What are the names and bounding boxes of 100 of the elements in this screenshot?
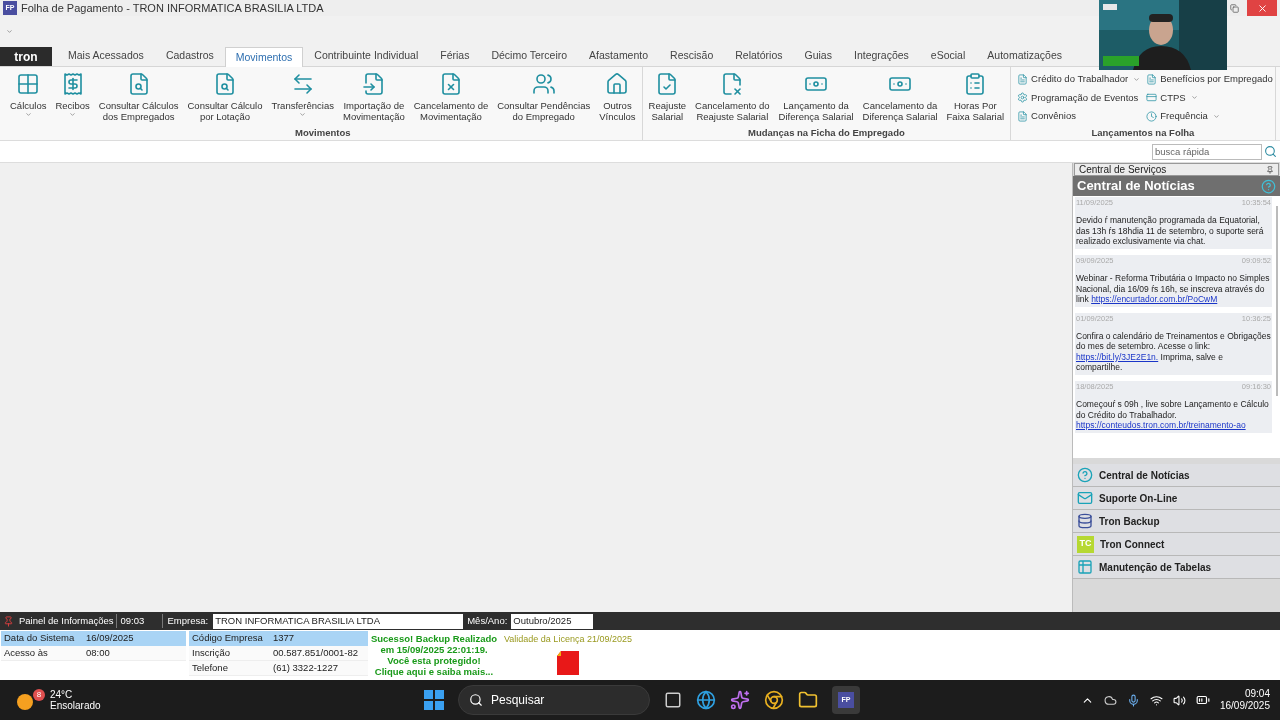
pin-icon[interactable] xyxy=(3,615,14,627)
clock-time[interactable]: 09:04 xyxy=(1244,688,1270,700)
ribbon-tab[interactable]: Décimo Terceiro xyxy=(480,46,579,66)
license-icon xyxy=(556,650,579,675)
news-link[interactable]: https://encurtador.com.br/PoCwM xyxy=(1091,294,1218,304)
weather-icon[interactable] xyxy=(17,694,33,710)
document-x-icon xyxy=(439,72,463,96)
card-icon xyxy=(1146,92,1158,104)
period-label: Mês/Ano: xyxy=(466,613,509,628)
taskbar-search[interactable]: Pesquisar xyxy=(458,685,650,715)
ribbon-button[interactable]: Benefícios por Empregado xyxy=(1146,70,1273,88)
caret-icon xyxy=(1212,112,1220,120)
company-label: Empresa: xyxy=(166,613,210,628)
battery-icon[interactable] xyxy=(1195,693,1210,707)
ribbon-button[interactable]: Horas Por Faixa Salarial xyxy=(942,72,1009,126)
news-text: Confira o calendário de Treinamentos e Obrigações do mes de setembro. Acesse o link: https://bit.ly/3JE2E1n. Imprima, salve e compartilhe. xyxy=(1076,330,1271,373)
ribbon-button[interactable]: Importação de Movimentação xyxy=(338,72,409,126)
ribbon-tab[interactable]: eSocial xyxy=(919,46,977,66)
period-field: Outubro/2025 xyxy=(511,613,594,629)
task-view-icon[interactable] xyxy=(664,691,682,709)
ribbon-tab[interactable]: Cadastros xyxy=(154,46,225,66)
ribbon-button[interactable]: Reajuste Salarial xyxy=(644,72,691,126)
ribbon-button[interactable]: Lançamento da Diferença Salarial xyxy=(774,72,858,126)
ribbon-button[interactable]: Programação de Eventos xyxy=(1017,88,1141,107)
info-value: 16/09/2025 xyxy=(86,631,134,646)
ribbon-button[interactable]: Consultar Pendências do Empregado xyxy=(493,72,595,126)
weather-badge: 8 xyxy=(33,689,45,701)
microphone-icon[interactable] xyxy=(1126,693,1140,707)
backup-message[interactable]: Sucesso! Backup Realizado em 15/09/2025 22:01:19. Você esta protegido! Clique aqui e saiba mais... xyxy=(368,630,500,680)
ribbon-group-label: Mudanças na Ficha do Empregado xyxy=(746,126,906,140)
service-item[interactable]: Tron Backup xyxy=(1073,510,1280,533)
ribbon-tab[interactable]: Mais Acessados xyxy=(57,46,155,66)
ribbon-button[interactable]: Cancelamento de Movimentação xyxy=(409,72,493,126)
caret-icon xyxy=(299,111,307,118)
ribbon-button[interactable]: Convênios xyxy=(1017,107,1141,126)
import-icon xyxy=(361,72,386,96)
ribbon-button[interactable]: Cancelamento do Reajuste Salarial xyxy=(691,72,774,126)
service-item[interactable]: Manutenção de Tabelas xyxy=(1073,556,1280,579)
ribbon-button[interactable]: CTPS xyxy=(1146,88,1273,107)
ribbon-tab[interactable]: Férias xyxy=(429,46,481,66)
volume-icon[interactable] xyxy=(1172,693,1186,707)
ribbon-tab[interactable]: Automatizações xyxy=(976,46,1073,66)
caret-icon xyxy=(1133,75,1141,83)
search-icon xyxy=(1263,145,1277,158)
ribbon-button[interactable]: Cálculos xyxy=(6,72,51,126)
info-panel-label: Painel de Informações xyxy=(17,613,117,629)
house-icon xyxy=(605,72,630,96)
news-link[interactable]: https://conteudos.tron.com.br/treinamento-ao xyxy=(1076,420,1246,430)
people-icon xyxy=(531,72,556,96)
panel-title: Central de Notícias xyxy=(1077,177,1195,196)
restore-icon xyxy=(1229,3,1239,13)
ribbon-button[interactable]: Cancelamento da Diferença Salarial xyxy=(858,72,942,126)
document-search-icon xyxy=(213,72,237,96)
company-field: TRON INFORMATICA BRASILIA LTDA xyxy=(213,613,464,629)
mail-icon xyxy=(1077,490,1093,506)
ribbon-tab[interactable]: Relatórios xyxy=(724,46,794,66)
ribbon-button[interactable]: Outros Vínculos xyxy=(595,72,640,126)
database-icon xyxy=(1077,513,1093,529)
ribbon-tab[interactable]: Rescisão xyxy=(659,46,725,66)
info-time: 09:03 xyxy=(116,613,163,629)
service-item[interactable]: Suporte On-Line xyxy=(1073,487,1280,510)
search-button[interactable] xyxy=(1262,143,1278,160)
table-icon xyxy=(1077,559,1093,575)
ribbon-tab[interactable]: Integrações xyxy=(842,46,920,66)
sparkle-icon[interactable] xyxy=(730,690,750,710)
ribbon-button[interactable]: Recibos xyxy=(51,72,94,126)
pin-icon[interactable] xyxy=(1266,165,1274,174)
ribbon-tab[interactable]: Movimentos xyxy=(224,47,304,67)
document-icon xyxy=(1017,73,1029,85)
globe-icon[interactable] xyxy=(696,690,716,710)
ribbon-button[interactable]: Consultar Cálculo por Lotação xyxy=(183,72,267,126)
ribbon-tab[interactable]: Contribuinte Individual xyxy=(303,46,430,66)
ribbon-button[interactable]: Crédito do Trabalhador xyxy=(1017,70,1141,88)
help-icon xyxy=(1077,467,1093,483)
document-icon xyxy=(1146,73,1158,85)
info-value: 08:00 xyxy=(86,645,110,660)
window-title: Folha de Pagamento - TRON INFORMATICA BRASILIA LTDA xyxy=(21,0,324,16)
news-link[interactable]: https://bit.ly/3JE2E1n. xyxy=(1076,351,1159,362)
service-item[interactable]: TC Tron Connect xyxy=(1073,533,1280,556)
close-icon xyxy=(1256,2,1268,14)
ribbon-group-label: Lançamentos na Folha xyxy=(1090,126,1196,140)
chrome-icon[interactable] xyxy=(764,690,784,710)
connect-icon: TC xyxy=(1077,535,1094,553)
cloud-icon[interactable] xyxy=(1103,693,1117,707)
ribbon-button[interactable]: Transferências xyxy=(267,72,338,126)
windows-icon[interactable] xyxy=(424,690,444,710)
info-value: 1377 xyxy=(273,631,295,646)
wifi-icon[interactable] xyxy=(1149,693,1163,707)
folder-icon[interactable] xyxy=(798,690,818,710)
ribbon-button[interactable]: Frequência xyxy=(1146,107,1273,126)
search-field[interactable]: busca rápida xyxy=(1152,143,1262,160)
clock-date[interactable]: 16/09/2025 xyxy=(1219,700,1270,712)
ribbon-button[interactable]: Consultar Cálculos dos Empregados xyxy=(94,72,183,126)
ribbon-tab[interactable]: Guias xyxy=(793,46,843,66)
license-text: Validade da Licença 21/09/2025 xyxy=(504,633,632,646)
service-item[interactable]: Central de Notícias xyxy=(1073,464,1280,487)
info-value: (61) 3322-1227 xyxy=(273,660,338,675)
ribbon-tab[interactable]: Afastamento xyxy=(578,46,660,66)
tron-logo[interactable]: tron xyxy=(0,47,52,66)
scrollbar[interactable] xyxy=(1276,206,1278,396)
